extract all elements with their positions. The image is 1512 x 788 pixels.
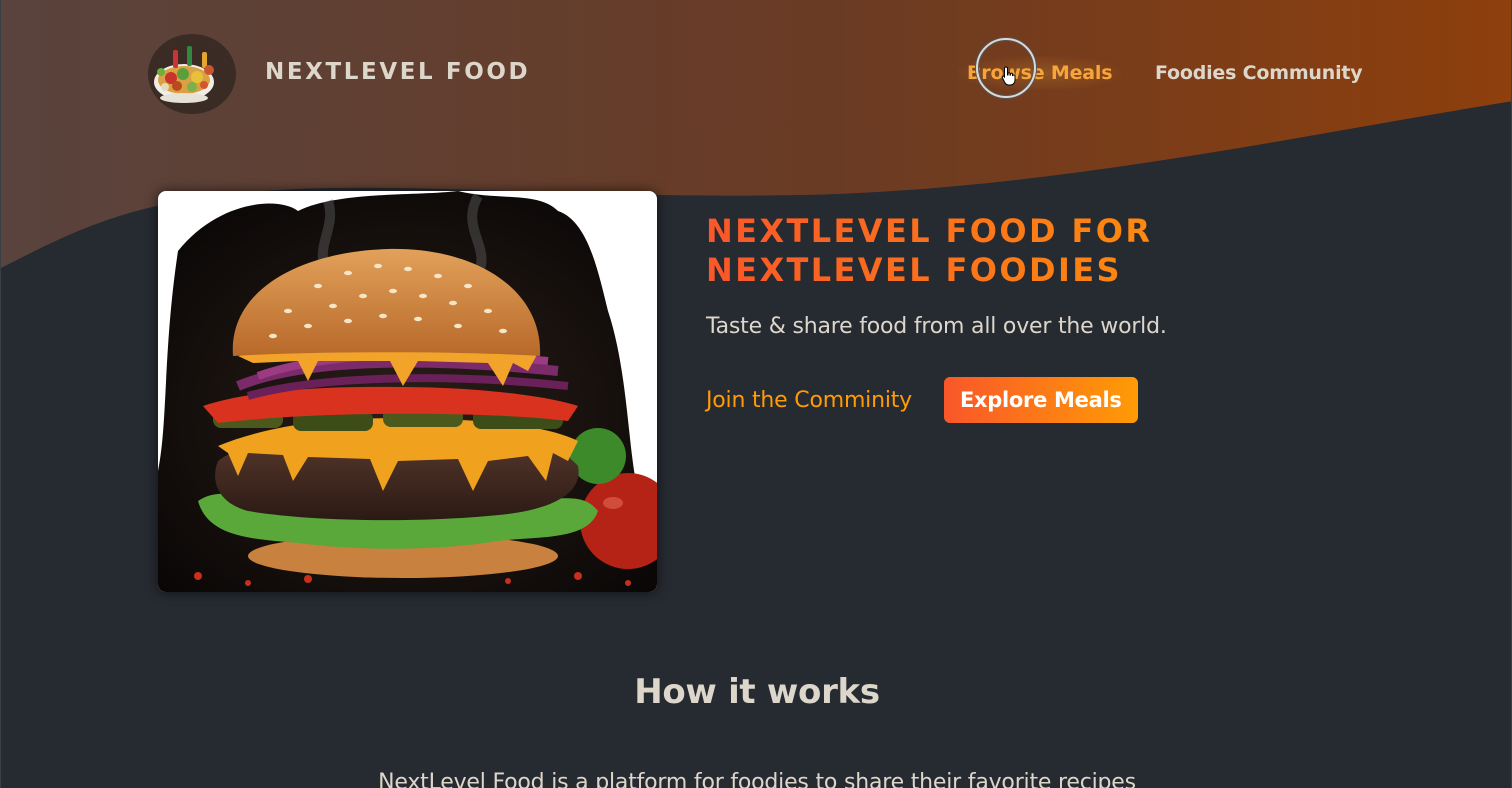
hero-subtitle: Taste & share food from all over the wor…: [706, 314, 1167, 339]
app-page: NextLevel Food Browse Meals Foodies Comm…: [0, 0, 1512, 788]
join-community-link[interactable]: Join the Comminity: [706, 388, 912, 413]
explore-meals-button[interactable]: Explore Meals: [944, 377, 1138, 423]
main-nav: Browse Meals Foodies Community: [1, 56, 1511, 90]
nav-foodies-community[interactable]: Foodies Community: [1155, 56, 1363, 90]
hero-burger-image: [158, 191, 657, 592]
hero-title: NextLevel Food for NextLevel Foodies: [706, 212, 1306, 290]
hand-pointer-icon: [1001, 66, 1016, 86]
main-header: NextLevel Food Browse Meals Foodies Comm…: [1, 0, 1511, 145]
hero-title-line-1: NextLevel Food for: [706, 212, 1153, 250]
hero-cta-row: Join the Comminity Explore Meals: [706, 377, 1306, 423]
hero-text-block: NextLevel Food for NextLevel Foodies Tas…: [706, 212, 1306, 423]
how-it-works-text: NextLevel Food is a platform for foodies…: [378, 770, 1136, 788]
hero-title-line-2: NextLevel Foodies: [706, 251, 1122, 289]
how-it-works-heading: How it works: [634, 672, 880, 712]
